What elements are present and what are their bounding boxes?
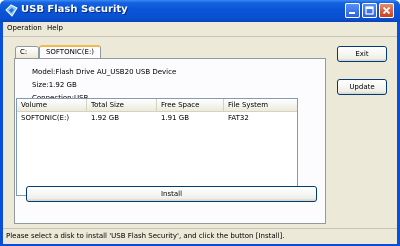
maximize-icon: [365, 6, 374, 15]
cell-file-system: FAT32: [228, 114, 249, 122]
tab-drive-c-label: C:: [20, 48, 28, 56]
status-bar: Please select a disk to install 'USB Fla…: [3, 228, 397, 244]
client-area: Operation Help C: SOFTONIC(E:) Model:Fla…: [3, 22, 397, 244]
usb-security-app-icon: [5, 4, 18, 17]
column-file-system[interactable]: File System: [224, 99, 297, 111]
tab-drive-softonic-label: SOFTONIC(E:): [45, 48, 95, 56]
cell-free-space: 1.91 GB: [161, 114, 190, 122]
column-volume[interactable]: Volume: [17, 99, 87, 111]
update-button[interactable]: Update: [337, 79, 387, 95]
exit-button[interactable]: Exit: [337, 46, 387, 62]
volume-list-header: Volume Total Size Free Space File System: [17, 99, 297, 112]
title-bar[interactable]: USB Flash Security: [0, 0, 400, 22]
column-total-size[interactable]: Total Size: [87, 99, 157, 111]
update-button-label: Update: [349, 83, 375, 91]
menu-help[interactable]: Help: [47, 24, 63, 32]
menu-separator: [3, 36, 397, 37]
device-size: Size:1.92 GB: [32, 81, 77, 89]
column-free-space[interactable]: Free Space: [157, 99, 224, 111]
close-button[interactable]: [379, 3, 394, 18]
cell-total-size: 1.92 GB: [91, 114, 120, 122]
maximize-button[interactable]: [362, 3, 377, 18]
close-icon: [382, 6, 391, 15]
minimize-button[interactable]: [345, 3, 360, 18]
minimize-icon: [349, 12, 355, 14]
cell-volume: SOFTONIC(E:): [21, 114, 70, 122]
menu-bar: Operation Help: [3, 22, 397, 36]
window-title: USB Flash Security: [21, 4, 128, 15]
app-window: USB Flash Security Operation Help C: SOF…: [0, 0, 400, 246]
volume-list[interactable]: Volume Total Size Free Space File System…: [16, 98, 298, 196]
install-button-label: Install: [160, 190, 183, 198]
tab-drive-c[interactable]: C:: [15, 46, 39, 58]
device-model: Model:Flash Drive AU_USB20 USB Device: [32, 68, 177, 76]
menu-operation[interactable]: Operation: [7, 24, 42, 32]
exit-button-label: Exit: [355, 50, 369, 58]
install-button[interactable]: Install: [26, 186, 317, 202]
tab-drive-softonic[interactable]: SOFTONIC(E:): [39, 45, 101, 58]
status-text: Please select a disk to install 'USB Fla…: [6, 232, 285, 240]
